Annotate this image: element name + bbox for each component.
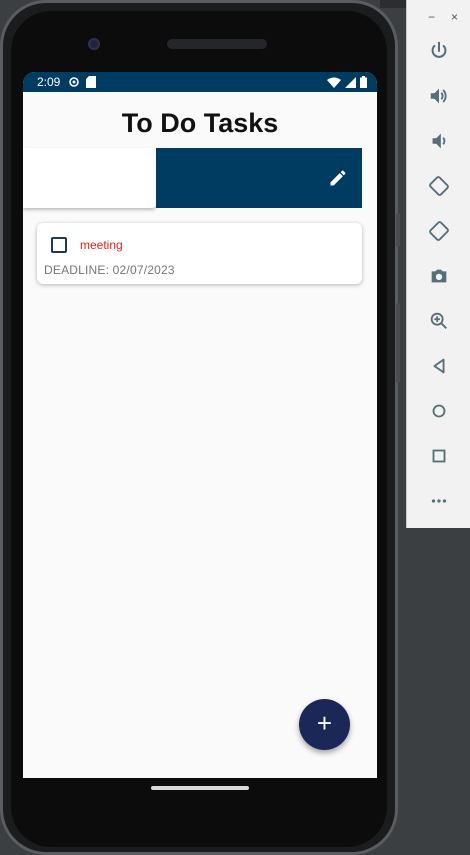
window-edge	[380, 0, 406, 8]
status-right-icons	[327, 76, 367, 88]
toolbar-window-controls: − ×	[407, 0, 470, 28]
overview-icon	[432, 449, 446, 462]
swiped-task-row[interactable]	[23, 148, 362, 208]
page-title: To Do Tasks	[121, 108, 279, 138]
volume-down-button[interactable]	[407, 118, 470, 163]
device-screen: 2:09 To Do Tasks meeting DEADLINE: 02/07…	[23, 72, 377, 778]
earpiece-speaker	[167, 39, 267, 49]
swiped-task-card[interactable]	[23, 148, 156, 208]
task-name: meeting	[80, 238, 123, 252]
back-icon	[433, 358, 445, 373]
task-card[interactable]: meeting DEADLINE: 02/07/2023	[37, 223, 362, 284]
home-icon	[432, 404, 446, 417]
volume-up-icon	[430, 88, 447, 103]
rotate-left-icon	[429, 175, 449, 196]
minimize-button[interactable]: −	[428, 10, 435, 28]
home-gesture-bar[interactable]	[151, 786, 249, 790]
power-icon	[431, 41, 447, 58]
overview-button[interactable]	[407, 433, 470, 478]
add-task-button[interactable]: +	[299, 699, 350, 750]
status-time: 2:09	[37, 75, 61, 89]
sd-card-icon	[86, 76, 97, 88]
battery-icon	[360, 76, 367, 88]
rotate-left-button[interactable]	[407, 163, 470, 208]
zoom-button[interactable]	[407, 298, 470, 343]
screenshot-button[interactable]	[407, 253, 470, 298]
camera-icon	[431, 269, 447, 282]
edit-swipe-action[interactable]	[156, 148, 362, 208]
task-checkbox[interactable]	[51, 237, 67, 253]
zoom-icon	[430, 312, 447, 329]
phone-volume-button	[396, 303, 400, 383]
emulator-toolbar: − ×	[406, 0, 470, 528]
home-button[interactable]	[407, 388, 470, 433]
more-button[interactable]	[407, 478, 470, 523]
phone-frame: 2:09 To Do Tasks meeting DEADLINE: 02/07…	[0, 0, 400, 855]
volume-up-button[interactable]	[407, 73, 470, 118]
power-button[interactable]	[407, 28, 470, 73]
rotate-right-icon	[429, 220, 449, 241]
close-button[interactable]: ×	[451, 10, 458, 28]
back-button[interactable]	[407, 343, 470, 388]
task-deadline: DEADLINE: 02/07/2023	[44, 263, 175, 277]
more-icon	[431, 498, 447, 503]
cell-signal-icon	[345, 76, 356, 88]
phone-side-button	[396, 213, 400, 247]
status-bar: 2:09	[23, 72, 377, 92]
volume-down-icon	[432, 133, 446, 148]
edit-pencil-icon[interactable]	[328, 168, 348, 188]
wifi-icon	[327, 77, 341, 88]
settings-status-icon	[68, 76, 80, 88]
rotate-right-button[interactable]	[407, 208, 470, 253]
front-camera	[88, 38, 100, 50]
